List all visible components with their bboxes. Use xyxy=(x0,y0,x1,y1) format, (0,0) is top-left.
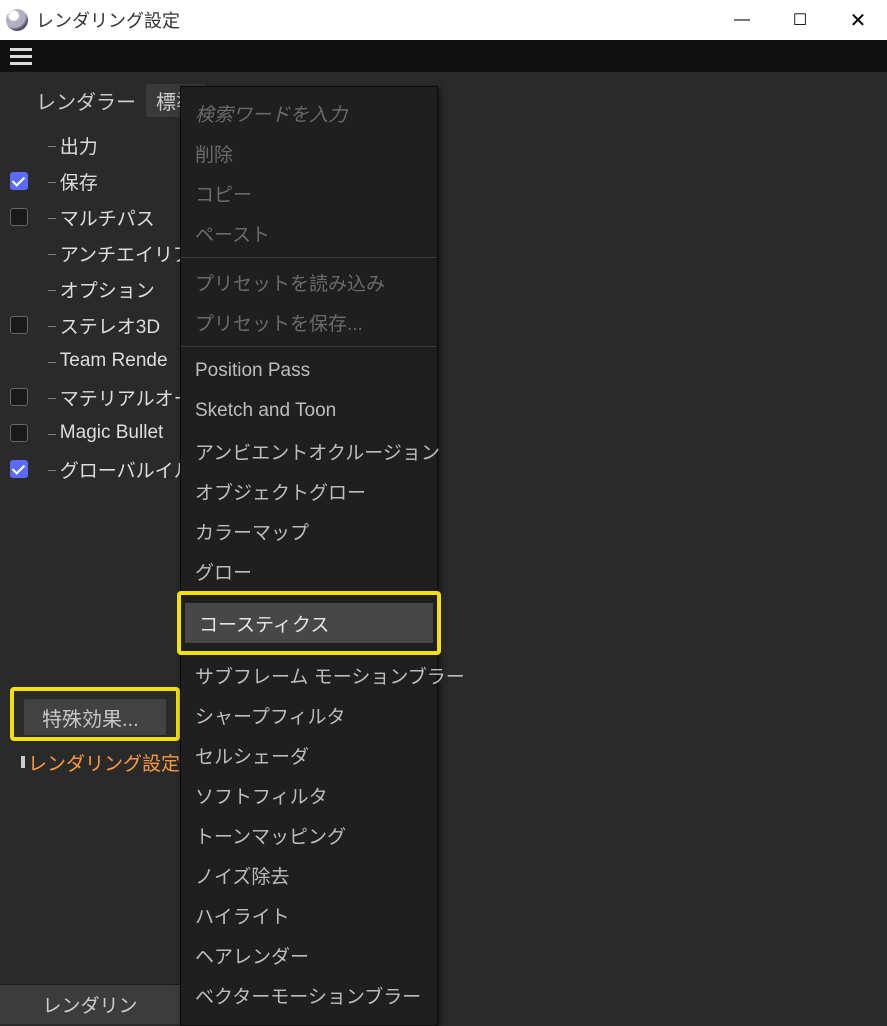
menu-item[interactable]: コピー xyxy=(181,173,437,213)
caustics-highlight: コースティクス xyxy=(177,591,441,655)
expand-icon xyxy=(18,753,20,771)
checkbox[interactable] xyxy=(10,316,28,334)
window-title: レンダリング設定 xyxy=(36,7,180,33)
checkbox[interactable] xyxy=(10,172,28,190)
checkbox[interactable] xyxy=(10,388,28,406)
effect-item[interactable]: トーンマッピング xyxy=(181,815,437,855)
tree-item[interactable]: –オプション xyxy=(10,271,180,307)
effect-item[interactable]: シャープフィルタ xyxy=(181,695,437,735)
effects-button[interactable]: 特殊効果... xyxy=(24,699,166,735)
tree-item-label: マテリアルオー xyxy=(60,384,193,411)
effect-item[interactable]: オブジェクトグロー xyxy=(181,471,437,511)
tree-item-label: 出力 xyxy=(60,132,98,159)
checkbox[interactable] xyxy=(10,424,28,442)
tree-item[interactable]: –Magic Bullet xyxy=(10,415,180,451)
tree-item[interactable]: –アンチエイリア xyxy=(10,235,180,271)
close-button[interactable]: ✕ xyxy=(829,0,887,40)
render-settings-link: レンダリング設定 xyxy=(28,749,180,776)
window-buttons: — ☐ ✕ xyxy=(713,0,887,40)
effect-item[interactable]: ヘアレンダー xyxy=(181,935,437,975)
effects-popup: 検索ワードを入力 削除コピーペースト プリセットを読み込みプリセットを保存...… xyxy=(180,86,438,1026)
tree-item-label: アンチエイリア xyxy=(60,240,192,267)
effect-item[interactable]: ソフトフィルタ xyxy=(181,775,437,815)
effect-item[interactable]: サブフレーム モーションブラー xyxy=(181,655,437,695)
search-input[interactable]: 検索ワードを入力 xyxy=(181,93,437,133)
menu-item[interactable]: プリセットを読み込み xyxy=(181,262,437,302)
tree-item-label: 保存 xyxy=(60,168,98,195)
renderer-label: レンダラー xyxy=(36,86,136,115)
tree-item-label: ステレオ3D xyxy=(60,312,160,339)
checkbox[interactable] xyxy=(10,208,28,226)
renderer-row: レンダラー 標準 xyxy=(0,72,887,127)
checkbox[interactable] xyxy=(10,460,28,478)
effects-button-highlight: 特殊効果... xyxy=(10,687,180,741)
effect-item[interactable]: ノイズ除去 xyxy=(181,855,437,895)
tree-item-label: オプション xyxy=(60,276,155,303)
tree-item[interactable]: –グローバルイル xyxy=(10,451,180,487)
tree-item-label: グローバルイル xyxy=(60,456,193,483)
menu-item[interactable]: ペースト xyxy=(181,213,437,253)
title-bar: レンダリング設定 — ☐ ✕ xyxy=(0,0,887,40)
tree-item[interactable]: –Team Rende xyxy=(10,343,180,379)
tree-item[interactable]: –出力 xyxy=(10,127,180,163)
menu-bar xyxy=(0,40,887,72)
tree-item-label: Team Rende xyxy=(60,350,168,372)
render-settings-row[interactable]: レンダリング設定 xyxy=(10,741,180,777)
settings-tree: –出力–保存–マルチパス–アンチエイリア–オプション–ステレオ3D–Team R… xyxy=(0,127,180,777)
effect-item[interactable]: グロー xyxy=(181,551,437,591)
menu-item[interactable]: プリセットを保存... xyxy=(181,302,437,342)
effect-item[interactable]: Position Pass xyxy=(181,351,437,391)
tree-item[interactable]: –ステレオ3D xyxy=(10,307,180,343)
tree-item[interactable]: –保存 xyxy=(10,163,180,199)
minimize-button[interactable]: — xyxy=(713,0,771,40)
effect-item[interactable]: ベクターモーションブラー xyxy=(181,975,437,1015)
tree-item-label: マルチパス xyxy=(60,204,155,231)
effect-item[interactable]: カラーマップ xyxy=(181,511,437,551)
tree-item-label: Magic Bullet xyxy=(60,422,164,444)
footer-button[interactable]: レンダリン xyxy=(0,984,180,1024)
hamburger-icon[interactable] xyxy=(10,48,32,65)
tree-item[interactable]: –マテリアルオー xyxy=(10,379,180,415)
effect-item[interactable]: Sketch and Toon xyxy=(181,391,437,431)
effect-item[interactable]: セルシェーダ xyxy=(181,735,437,775)
menu-item[interactable]: 削除 xyxy=(181,133,437,173)
maximize-button[interactable]: ☐ xyxy=(771,0,829,40)
effect-item[interactable]: コースティクス xyxy=(185,603,433,643)
separator xyxy=(181,257,437,258)
effect-item[interactable]: ハイライト xyxy=(181,895,437,935)
effect-item[interactable]: アンビエントオクルージョン xyxy=(181,431,437,471)
app-icon xyxy=(6,9,28,31)
separator xyxy=(181,346,437,347)
tree-item[interactable]: –マルチパス xyxy=(10,199,180,235)
